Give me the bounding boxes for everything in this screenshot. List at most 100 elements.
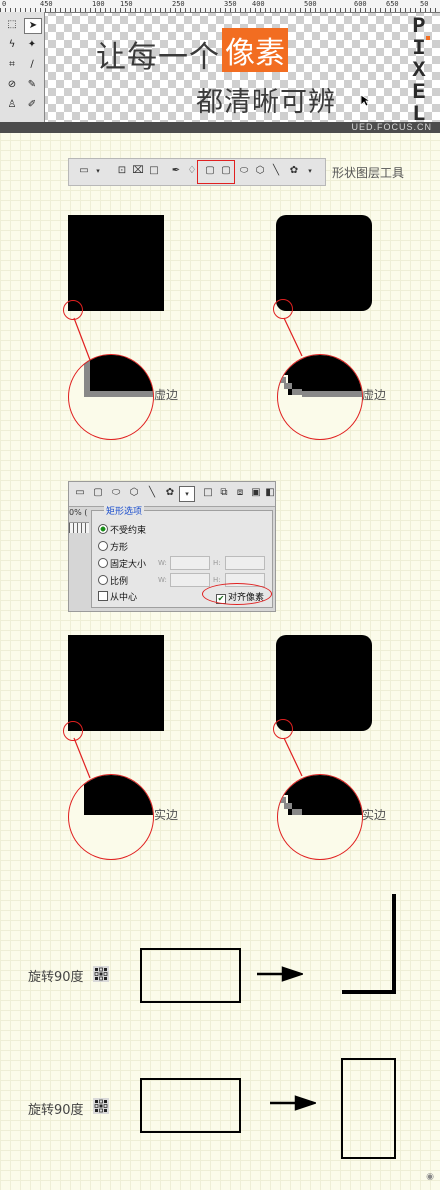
rectangle-options-group: 矩形选项 不受约束 方形 固定大小 比例 W: H: W: H: 从中心 ✔ 对齐… (91, 504, 273, 608)
arrow-right-icon (257, 966, 303, 982)
tall-rectangle (341, 1058, 396, 1159)
pixel-logo: P I X E L (412, 14, 430, 124)
marquee-tool-icon[interactable]: ⬚ (4, 18, 20, 32)
new-shape-mode-icon[interactable]: □ (201, 486, 215, 500)
brush-tool-icon[interactable]: ✎ (24, 78, 40, 92)
header-banner: 0 450 100 150 250 350 400 500 600 650 50… (0, 0, 440, 133)
checkbox-label: 从中心 (110, 593, 138, 603)
height-label: H: (213, 576, 221, 584)
pen-tool-icon[interactable]: ✒ (169, 164, 183, 178)
line-tool-icon[interactable]: ╲ (269, 164, 283, 178)
magnifier-circle (68, 774, 154, 860)
option-proportional[interactable]: 比例 (98, 574, 128, 587)
mouse-cursor-icon (360, 94, 372, 107)
option-unconstrained[interactable]: 不受约束 (98, 523, 146, 536)
width-field[interactable] (170, 556, 210, 570)
top-ruler: 0 450 100 150 250 350 400 500 600 650 50 (0, 0, 440, 13)
lasso-tool-icon[interactable]: ϟ (4, 38, 20, 52)
black-square (68, 635, 164, 731)
magnifier-circle (277, 354, 363, 440)
reference-point-grid-icon[interactable] (93, 966, 109, 982)
option-label: 比例 (110, 577, 129, 587)
exclude-shape-mode-icon[interactable]: ◧ (263, 486, 275, 500)
width-ratio-field[interactable] (170, 573, 210, 587)
watermark-logo: ◉ (426, 1172, 434, 1182)
ruler-number: 150 (120, 0, 133, 8)
width-label: W: (158, 576, 167, 584)
radio-selected-icon[interactable] (98, 524, 108, 534)
magnifier-circle (277, 774, 363, 860)
polygon-tool-icon[interactable]: ⬡ (253, 164, 267, 178)
crop-tool-icon[interactable]: ⌗ (4, 58, 20, 72)
radio-icon[interactable] (98, 558, 108, 568)
arrow-right-icon (270, 1095, 316, 1111)
radio-icon[interactable] (98, 541, 108, 551)
ellipse-tool-icon[interactable]: ⬭ (237, 164, 251, 178)
black-rounded-square (276, 215, 372, 311)
pixel-letter-l: L (412, 102, 425, 124)
line-tool-icon[interactable]: ╲ (145, 486, 159, 500)
black-rounded-square (276, 635, 372, 731)
ruler-number: 500 (304, 0, 317, 8)
option-square[interactable]: 方形 (98, 540, 128, 553)
option-fixed-size[interactable]: 固定大小 (98, 557, 146, 570)
headline-line-2: 都清晰可辨 (196, 87, 336, 118)
intersect-shape-mode-icon[interactable]: ▣ (249, 486, 263, 500)
polygon-tool-icon[interactable]: ⬡ (127, 486, 141, 500)
reference-point-grid-icon[interactable] (93, 1098, 109, 1114)
custom-shape-tool-icon[interactable]: ✿ (163, 486, 177, 500)
headline-highlight: 像素 (222, 28, 288, 72)
rounded-rectangle-tool-icon[interactable]: ▢ (91, 486, 105, 500)
ruler-number: 0 (2, 0, 7, 8)
document-zoom-text: 0% ( (69, 508, 88, 517)
stamp-tool-icon[interactable]: ♙ (4, 98, 20, 112)
ruler-number: 50 (420, 0, 429, 8)
ruler-number: 100 (92, 0, 105, 8)
dropdown-arrow-icon[interactable]: ▾ (91, 164, 105, 178)
ruler-number: 350 (224, 0, 237, 8)
panel-toolbar: ▭ ▢ ⬭ ⬡ ╲ ✿ ▾ □ ⧉ ⧈ ▣ ◧ (69, 482, 275, 507)
eyedropper-icon[interactable]: ∕ (24, 58, 40, 72)
option-label: 固定大小 (110, 560, 147, 570)
paths-mode-icon[interactable]: ⌧ (131, 164, 145, 178)
site-url: UED.FOCUS.CN (351, 122, 432, 132)
width-label: W: (158, 559, 167, 567)
height-label: H: (213, 559, 221, 567)
fill-pixels-mode-icon[interactable]: □ (147, 164, 161, 178)
options-dropdown-arrow-icon[interactable]: ▾ (179, 486, 195, 502)
radio-icon[interactable] (98, 575, 108, 585)
ellipse-tool-icon[interactable]: ⬭ (109, 486, 123, 500)
ruler-number: 400 (252, 0, 265, 8)
black-square (68, 215, 164, 311)
magic-wand-icon[interactable]: ✦ (24, 38, 40, 52)
magnifier-circle (68, 354, 154, 440)
option-label: 方形 (110, 543, 129, 553)
history-brush-icon[interactable]: ✐ (24, 98, 40, 112)
headline-line-1: 让每一个 (96, 40, 220, 75)
checkbox-icon[interactable] (98, 591, 108, 601)
dropdown-arrow-icon[interactable]: ▾ (303, 164, 317, 178)
group-title: 矩形选项 (104, 504, 145, 517)
rectangle-tool-icon[interactable]: ▭ (73, 486, 87, 500)
custom-shape-tool-icon[interactable]: ✿ (287, 164, 301, 178)
subtract-shape-mode-icon[interactable]: ⧈ (233, 486, 247, 500)
right-edge-caption: 实边 (362, 808, 387, 822)
from-center-checkbox[interactable]: 从中心 (98, 590, 137, 603)
shape-layers-mode-icon[interactable]: ⊡ (115, 164, 129, 178)
rotate-label: 旋转90度 (28, 1103, 84, 1118)
tool-palette: ⬚ ➤ ϟ ✦ ⌗ ∕ ⊘ ✎ ♙ ✐ (0, 12, 45, 122)
move-tool-icon[interactable]: ➤ (24, 18, 42, 34)
shape-layer-icon[interactable]: ▭ (77, 164, 91, 178)
wide-rectangle (140, 1078, 241, 1133)
add-shape-mode-icon[interactable]: ⧉ (217, 486, 231, 500)
shape-options-toolbar: ▭ ▾ ⊡ ⌧ □ ✒ ♢ ▢ ▢ ⬭ ⬡ ╲ ✿ ▾ (68, 158, 326, 186)
ruler-number: 650 (386, 0, 399, 8)
wide-rectangle (140, 948, 241, 1003)
healing-brush-icon[interactable]: ⊘ (4, 78, 20, 92)
highlight-frame (197, 160, 235, 184)
rotated-rectangle-corner (342, 894, 396, 994)
ruler-number: 250 (172, 0, 185, 8)
height-field[interactable] (225, 556, 265, 570)
rectangle-options-panel: ▭ ▢ ⬭ ⬡ ╲ ✿ ▾ □ ⧉ ⧈ ▣ ◧ 0% ( 矩形选项 不受约束 方… (68, 481, 276, 612)
highlight-ellipse (202, 583, 272, 605)
